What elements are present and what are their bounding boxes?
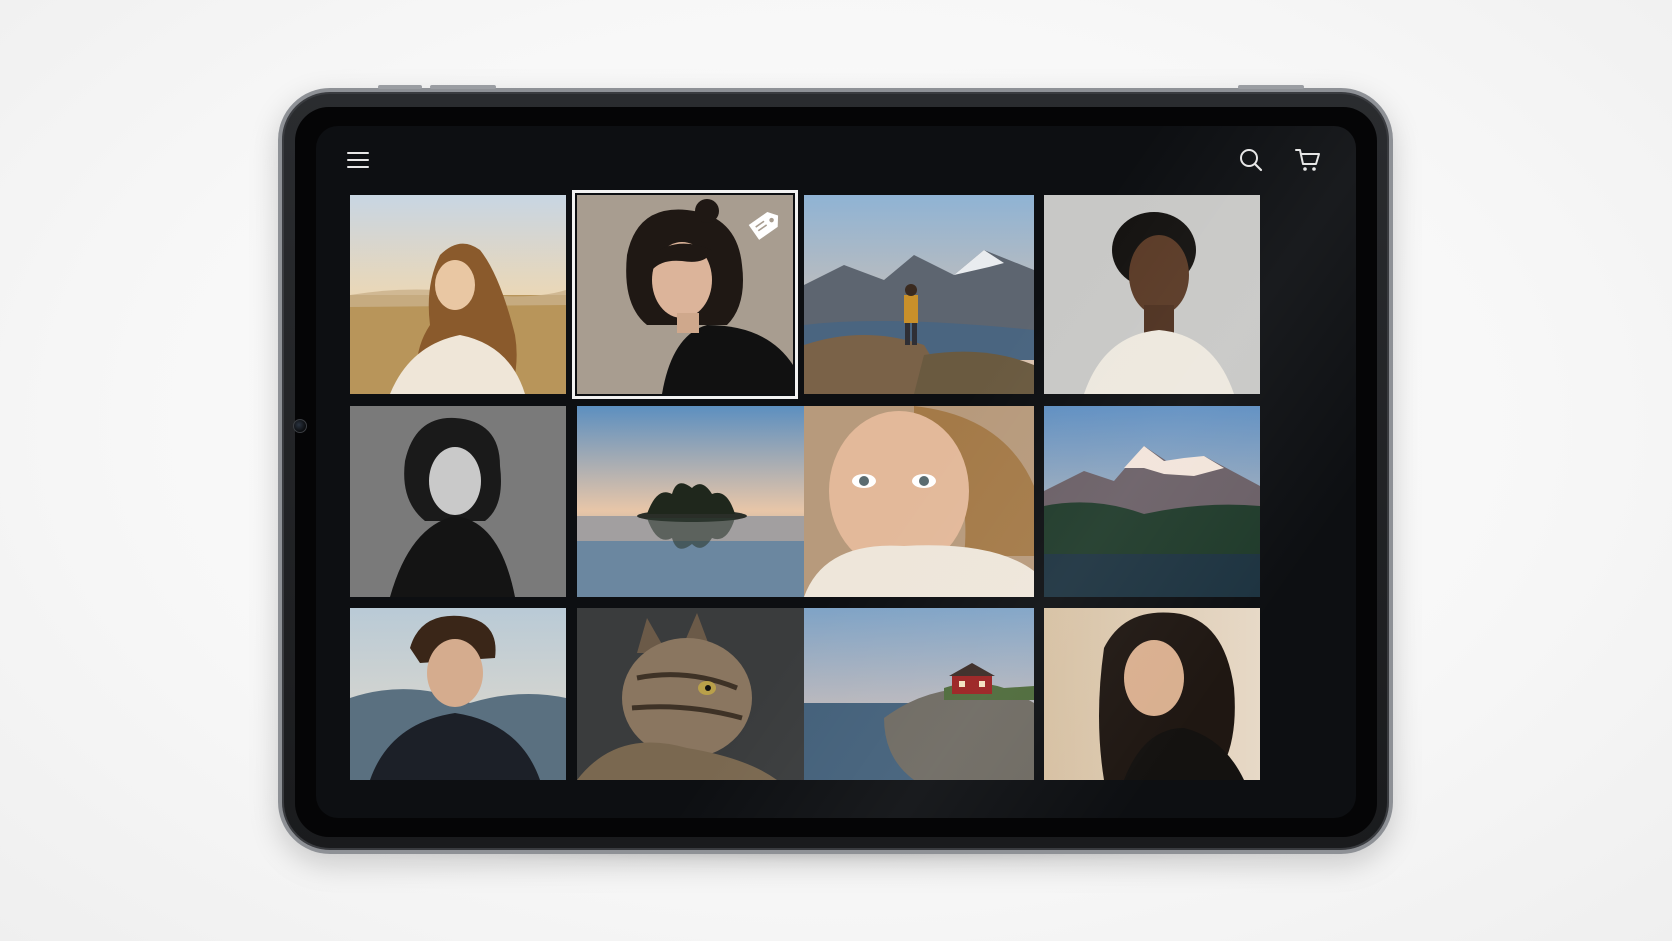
search-icon bbox=[1240, 149, 1263, 172]
tabby-cat-profile-photo bbox=[577, 608, 807, 780]
photo-tile[interactable] bbox=[577, 608, 807, 780]
top-bar bbox=[316, 126, 1356, 192]
photo-tile[interactable] bbox=[1044, 608, 1260, 780]
woman-warm-light-profile-photo bbox=[1044, 608, 1260, 780]
photo-tile[interactable] bbox=[1044, 406, 1260, 597]
woman-black-white-portrait-photo bbox=[350, 406, 566, 597]
front-camera bbox=[293, 419, 307, 433]
woman-golden-field-photo bbox=[350, 195, 566, 394]
freckled-woman-closeup-photo bbox=[804, 406, 1034, 597]
photo-tile-selected[interactable] bbox=[572, 190, 798, 399]
tablet-screen bbox=[316, 126, 1356, 818]
young-man-mountains-photo bbox=[350, 608, 566, 780]
red-cabin-rocky-coast-photo bbox=[804, 608, 1034, 780]
volume-button bbox=[430, 85, 496, 89]
snowy-mountains-lake-photo bbox=[1044, 406, 1260, 597]
cart-button[interactable] bbox=[1290, 142, 1326, 178]
volume-button bbox=[378, 85, 422, 89]
hamburger-menu-icon bbox=[347, 152, 369, 168]
photo-tile[interactable] bbox=[350, 608, 566, 780]
search-button[interactable] bbox=[1233, 142, 1269, 178]
photo-tile[interactable] bbox=[1044, 195, 1260, 394]
menu-button[interactable] bbox=[340, 142, 376, 178]
island-lake-sunset-photo bbox=[577, 406, 807, 597]
photo-tile[interactable] bbox=[804, 406, 1034, 597]
photo-tile[interactable] bbox=[350, 195, 566, 394]
photo-tile[interactable] bbox=[804, 608, 1034, 780]
photo-tile[interactable] bbox=[350, 406, 566, 597]
photo-tile[interactable] bbox=[804, 195, 1034, 394]
hiker-mountain-fjord-photo bbox=[804, 195, 1034, 394]
shopping-cart-icon bbox=[1295, 149, 1320, 171]
photo-tile[interactable] bbox=[577, 406, 807, 597]
man-cream-sweater-photo bbox=[1044, 195, 1260, 394]
power-button bbox=[1238, 85, 1304, 89]
